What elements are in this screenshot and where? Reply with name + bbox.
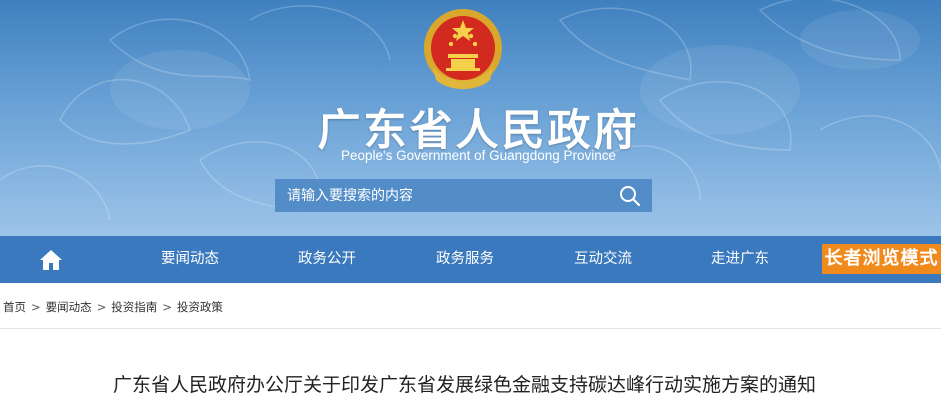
- breadcrumb-item-news[interactable]: 要闻动态: [46, 299, 92, 315]
- nav-item-gov-services[interactable]: 政务服务: [415, 236, 515, 283]
- breadcrumb-item-investment-policy[interactable]: 投资政策: [177, 299, 223, 315]
- site-subtitle: People's Government of Guangdong Provinc…: [341, 148, 616, 163]
- search-button[interactable]: [608, 179, 652, 212]
- national-emblem-icon: [424, 9, 502, 89]
- breadcrumb-separator: >: [162, 300, 172, 314]
- home-icon: [40, 250, 62, 270]
- nav-item-gov-affairs-open[interactable]: 政务公开: [277, 236, 377, 283]
- breadcrumb-separator: >: [31, 300, 41, 314]
- nav-home-button[interactable]: [38, 247, 64, 273]
- nav-item-interaction[interactable]: 互动交流: [553, 236, 653, 283]
- breadcrumb-divider: [0, 328, 941, 329]
- search-icon: [620, 185, 641, 206]
- nav-item-about-guangdong[interactable]: 走进广东: [690, 236, 790, 283]
- search-box: [275, 179, 652, 212]
- breadcrumb-item-home[interactable]: 首页: [3, 299, 26, 315]
- article-title: 广东省人民政府办公厅关于印发广东省发展绿色金融支持碳达峰行动实施方案的通知: [112, 374, 816, 396]
- main-navigation: 要闻动态 政务公开 政务服务 互动交流 走进广东: [0, 236, 941, 283]
- nav-item-news[interactable]: 要闻动态: [140, 236, 240, 283]
- elder-mode-button[interactable]: 长者浏览模式: [822, 244, 941, 274]
- search-input[interactable]: [275, 179, 608, 212]
- breadcrumb: 首页 > 要闻动态 > 投资指南 > 投资政策: [3, 299, 223, 315]
- site-header: 广东省人民政府 People's Government of Guangdong…: [0, 0, 941, 236]
- breadcrumb-item-investment-guide[interactable]: 投资指南: [111, 299, 157, 315]
- breadcrumb-separator: >: [96, 300, 107, 314]
